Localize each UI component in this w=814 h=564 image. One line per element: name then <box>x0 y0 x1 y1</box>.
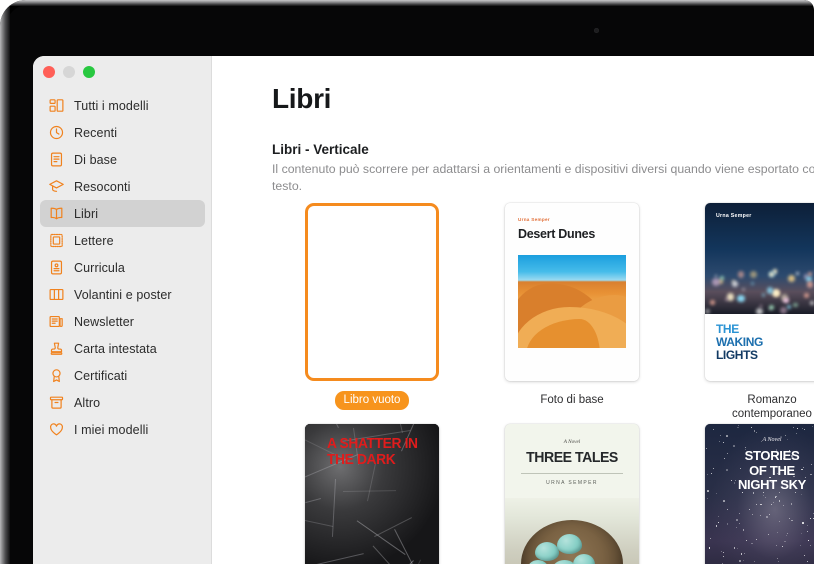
cover-three-tales: A Novel THREE TALES URNA SEMPER <box>505 424 639 564</box>
rubber-stamp-icon <box>47 340 65 358</box>
clock-icon <box>47 124 65 142</box>
template-row: Libro vuoto Urna Semper Desert Dunes Foto d… <box>272 200 814 421</box>
award-ribbon-icon <box>47 367 65 385</box>
template-thumbnail[interactable]: A Novel THREE TALES URNA SEMPER <box>501 421 643 564</box>
newspaper-icon <box>47 313 65 331</box>
template-thumbnail[interactable]: Urna Semper THE WAKING LIGHTS <box>701 200 814 384</box>
maximize-button[interactable] <box>83 66 95 78</box>
close-button[interactable] <box>43 66 55 78</box>
template-row: A SHATTER IN THE DARK A Novel THREE TALES U… <box>272 421 814 564</box>
template-caption: Romanzo contemporaneo <box>732 394 812 420</box>
page-title: Libri <box>272 83 332 114</box>
sidebar-item-label: Di base <box>74 152 118 167</box>
template-card[interactable]: A Novel STORIES OF THE NIGHT SKY <box>672 421 814 564</box>
sidebar-item-label: I miei modelli <box>74 422 149 437</box>
sidebar-item-newsletter[interactable]: Newsletter <box>40 308 205 335</box>
bezel-top-edge <box>0 0 814 6</box>
cover-photo <box>705 203 814 314</box>
sidebar-item-label: Libri <box>74 206 99 221</box>
cover-tree-silhouettes <box>705 560 814 564</box>
cover-shatter-in-the-dark: A SHATTER IN THE DARK <box>305 424 439 564</box>
minimize-button[interactable] <box>63 66 75 78</box>
content-area: Libri Libri - Verticale Il contenuto può… <box>213 56 814 564</box>
sidebar-item-label: Carta intestata <box>74 341 157 356</box>
cover-author: Urna Semper <box>518 217 550 222</box>
cover-title: Desert Dunes <box>518 227 595 241</box>
sidebar-item-label: Recenti <box>74 125 118 140</box>
template-card[interactable]: A Novel THREE TALES URNA SEMPER <box>472 421 672 564</box>
cover-title-line3: NIGHT SKY <box>737 477 807 492</box>
cover-desert-dunes: Urna Semper Desert Dunes <box>505 203 639 381</box>
sidebar: Tutti i modelli Recenti Di base Resoconti Li… <box>33 56 212 564</box>
sidebar-item-volantini-e-poster[interactable]: Volantini e poster <box>40 281 205 308</box>
sidebar-item-resoconti[interactable]: Resoconti <box>40 173 205 200</box>
cover-title-line3: LIGHTS <box>716 348 758 362</box>
sidebar-list: Tutti i modelli Recenti Di base Resoconti Li… <box>33 92 212 443</box>
cover-kicker: A Novel <box>563 439 581 445</box>
app-window: Tutti i modelli Recenti Di base Resoconti Li… <box>33 56 814 564</box>
template-card[interactable]: Libro vuoto <box>272 200 472 421</box>
template-thumbnail[interactable]: A Novel STORIES OF THE NIGHT SKY <box>701 421 814 564</box>
cover-photo <box>518 255 626 348</box>
cover-title: A SHATTER IN THE DARK <box>327 435 418 468</box>
sidebar-item-label: Volantini e poster <box>74 287 172 302</box>
template-thumbnail[interactable]: Urna Semper Desert Dunes <box>501 200 643 384</box>
cover-title: THREE TALES <box>526 449 618 466</box>
sidebar-item-lettere[interactable]: Lettere <box>40 227 205 254</box>
cover-title: STORIES OF THE NIGHT SKY <box>705 448 814 493</box>
bezel-left-edge <box>0 0 10 564</box>
template-caption: Foto di base <box>540 394 604 406</box>
section-description: Il contenuto può scorrere per adattarsi … <box>272 162 814 193</box>
sidebar-item-label: Newsletter <box>74 314 135 329</box>
cover-divider <box>521 473 623 474</box>
template-caption-badge: Libro vuoto <box>334 391 410 410</box>
sidebar-item-recenti[interactable]: Recenti <box>40 119 205 146</box>
cover-title-line1: STORIES <box>744 448 800 463</box>
cover-stories-of-the-night-sky: A Novel STORIES OF THE NIGHT SKY <box>705 424 814 564</box>
open-book-icon <box>47 205 65 223</box>
heart-icon <box>47 421 65 439</box>
sidebar-item-label: Curricula <box>74 260 125 275</box>
template-thumbnail[interactable]: A SHATTER IN THE DARK <box>301 421 443 564</box>
section-title: Libri - Verticale <box>272 142 369 157</box>
template-card[interactable]: Urna Semper Desert Dunes Foto di base <box>472 200 672 421</box>
box-icon <box>47 394 65 412</box>
cover-blank <box>305 203 439 381</box>
trifold-icon <box>47 286 65 304</box>
template-card[interactable]: A SHATTER IN THE DARK <box>272 421 472 564</box>
sidebar-item-curricula[interactable]: Curricula <box>40 254 205 281</box>
cover-author: URNA SEMPER <box>546 480 598 486</box>
cover-photo <box>705 424 814 564</box>
sidebar-item-di-base[interactable]: Di base <box>40 146 205 173</box>
sidebar-item-certificati[interactable]: Certificati <box>40 362 205 389</box>
sidebar-item-carta-intestata[interactable]: Carta intestata <box>40 335 205 362</box>
cover-photo <box>505 498 639 564</box>
sidebar-item-altro[interactable]: Altro <box>40 389 205 416</box>
sidebar-item-i-miei-modelli[interactable]: I miei modelli <box>40 416 205 443</box>
sidebar-item-tutti-i-modelli[interactable]: Tutti i modelli <box>40 92 205 119</box>
graduation-cap-icon <box>47 178 65 196</box>
sidebar-item-label: Certificati <box>74 368 128 383</box>
sidebar-item-libri[interactable]: Libri <box>40 200 205 227</box>
template-thumbnail[interactable] <box>301 200 443 384</box>
sidebar-item-label: Resoconti <box>74 179 131 194</box>
cover-author: Urna Semper <box>716 213 752 219</box>
sidebar-item-label: Altro <box>74 395 101 410</box>
postage-stamp-icon <box>47 232 65 250</box>
window-controls <box>43 66 95 78</box>
sidebar-item-label: Lettere <box>74 233 114 248</box>
sidebar-item-label: Tutti i modelli <box>74 98 149 113</box>
cover-kicker: A Novel <box>762 437 782 443</box>
document-icon <box>47 151 65 169</box>
cover-title-line2: OF THE <box>749 462 795 478</box>
cover-title: THE WAKING LIGHTS <box>716 323 763 362</box>
resume-icon <box>47 259 65 277</box>
template-grid: Libro vuoto Urna Semper Desert Dunes Foto d… <box>272 200 814 564</box>
template-card[interactable]: Urna Semper THE WAKING LIGHTS Romanzo contem… <box>672 200 814 421</box>
grid-icon <box>47 97 65 115</box>
laptop-frame: Tutti i modelli Recenti Di base Resoconti Li… <box>0 0 814 564</box>
cover-waking-lights: Urna Semper THE WAKING LIGHTS <box>705 203 814 381</box>
webcam-icon <box>594 28 599 33</box>
